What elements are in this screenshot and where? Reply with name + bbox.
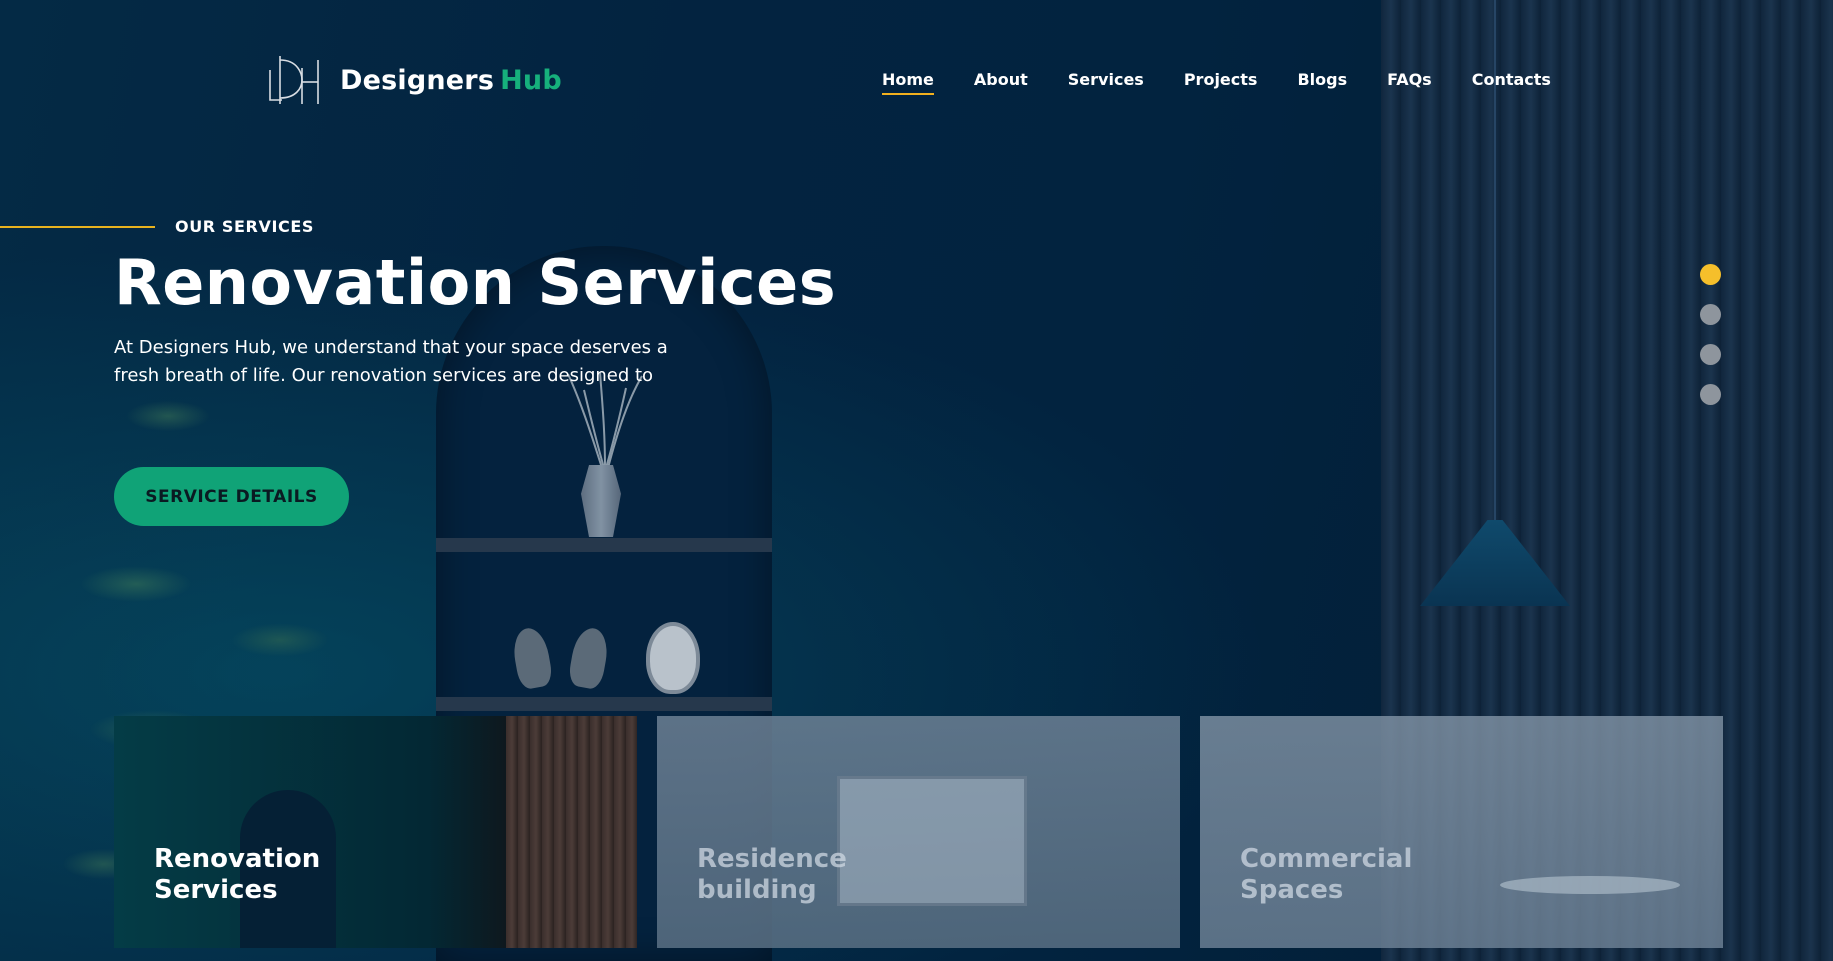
card-wood-slats-image [506, 716, 637, 948]
nav-projects[interactable]: Projects [1184, 70, 1258, 95]
slider-dot-1[interactable] [1700, 264, 1721, 285]
logo-mark-icon [269, 56, 319, 104]
brand-name-accent: Hub [500, 64, 562, 96]
section-eyebrow: OUR SERVICES [175, 217, 314, 236]
service-cards: Renovation Services Residence building C… [114, 716, 1723, 948]
nav-blogs[interactable]: Blogs [1297, 70, 1347, 95]
brand-name: Designers Hub [340, 65, 562, 96]
alarm-clock-decoration [646, 622, 700, 694]
slider-dot-3[interactable] [1700, 344, 1721, 365]
service-card-residence[interactable]: Residence building [657, 716, 1180, 948]
nav-faqs[interactable]: FAQs [1387, 70, 1432, 95]
card-background [1200, 716, 1723, 948]
service-card-commercial[interactable]: Commercial Spaces [1200, 716, 1723, 948]
eyebrow-line [0, 226, 155, 228]
service-card-renovation[interactable]: Renovation Services [114, 716, 637, 948]
hero-title: Renovation Services [114, 246, 837, 319]
shelf-decoration [436, 697, 772, 711]
card-table-image [1500, 876, 1680, 894]
slider-dot-4[interactable] [1700, 384, 1721, 405]
nav-services[interactable]: Services [1068, 70, 1144, 95]
page: Designers Hub Home About Services Project… [0, 0, 1833, 961]
main-nav: Home About Services Projects Blogs FAQs … [882, 70, 1591, 95]
slider-dot-2[interactable] [1700, 304, 1721, 325]
nav-contacts[interactable]: Contacts [1472, 70, 1551, 95]
hero-description: At Designers Hub, we understand that you… [114, 337, 668, 386]
service-details-button[interactable]: SERVICE DETAILS [114, 467, 349, 526]
card-title: Residence building [697, 844, 847, 905]
nav-home[interactable]: Home [882, 70, 934, 95]
card-title: Commercial Spaces [1240, 844, 1413, 905]
brand-name-primary: Designers [340, 64, 495, 96]
shelf-decoration [436, 538, 772, 552]
slider-pagination [1700, 264, 1721, 424]
logo[interactable]: Designers Hub [268, 54, 562, 106]
card-title: Renovation Services [154, 844, 321, 905]
nav-about[interactable]: About [974, 70, 1028, 95]
